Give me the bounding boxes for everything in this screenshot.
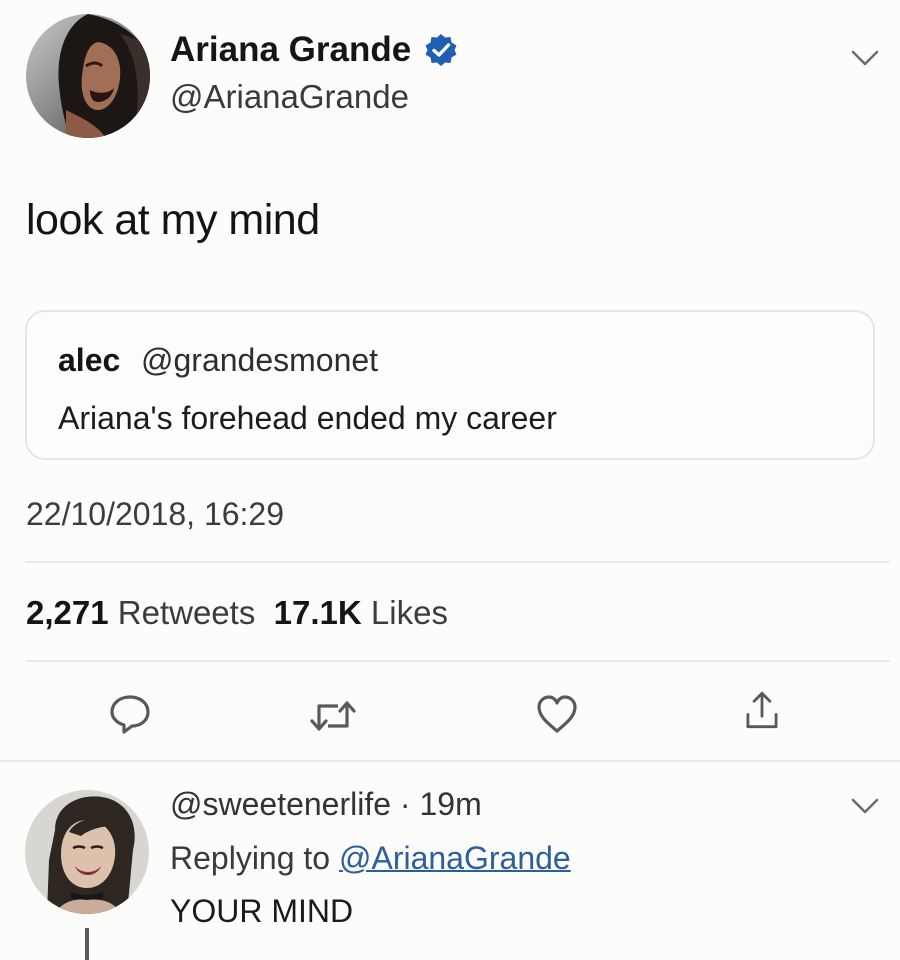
quoted-tweet-text: Ariana's forehead ended my career <box>58 400 557 436</box>
quoted-author-name: alec <box>58 342 121 378</box>
share-icon[interactable] <box>740 688 784 732</box>
reply-text: YOUR MIND <box>170 893 354 929</box>
divider <box>0 760 900 762</box>
quoted-author-handle: @grandesmonet <box>141 342 379 378</box>
retweets-stat[interactable]: 2,271 Retweets <box>26 594 255 631</box>
divider <box>26 660 890 662</box>
reply-icon[interactable] <box>108 692 152 736</box>
author-avatar[interactable] <box>26 14 150 138</box>
reply-avatar[interactable] <box>25 790 149 914</box>
retweet-icon[interactable] <box>308 694 358 738</box>
author-name[interactable]: Ariana Grande <box>170 30 411 70</box>
main-tweet: Ariana Grande @ArianaGrande look at my m… <box>0 0 900 760</box>
divider <box>26 561 890 563</box>
chevron-down-icon[interactable] <box>850 796 880 816</box>
tweet-timestamp: 22/10/2018, 16:29 <box>26 496 285 532</box>
tweet-text: look at my mind <box>26 196 320 244</box>
heart-icon[interactable] <box>535 692 579 736</box>
author-handle[interactable]: @ArianaGrande <box>170 78 409 116</box>
reply-handle-time[interactable]: @sweetenerlife · 19m <box>170 786 482 823</box>
replying-to-label: Replying to <box>170 840 339 876</box>
replying-to: Replying to @ArianaGrande <box>170 840 571 877</box>
quoted-tweet-card[interactable]: alec @grandesmonet Ariana's forehead end… <box>25 310 875 460</box>
thread-line <box>85 928 89 960</box>
retweets-label: Retweets <box>117 594 256 631</box>
chevron-down-icon[interactable] <box>850 48 880 68</box>
likes-stat[interactable]: 17.1K Likes <box>274 594 448 631</box>
retweets-count: 2,271 <box>26 594 109 631</box>
tweet-stats: 2,271 Retweets 17.1K Likes <box>26 594 448 632</box>
likes-label: Likes <box>370 594 448 631</box>
likes-count: 17.1K <box>273 594 362 631</box>
mention-link[interactable]: @ArianaGrande <box>339 840 571 876</box>
verified-badge-icon <box>425 34 457 66</box>
